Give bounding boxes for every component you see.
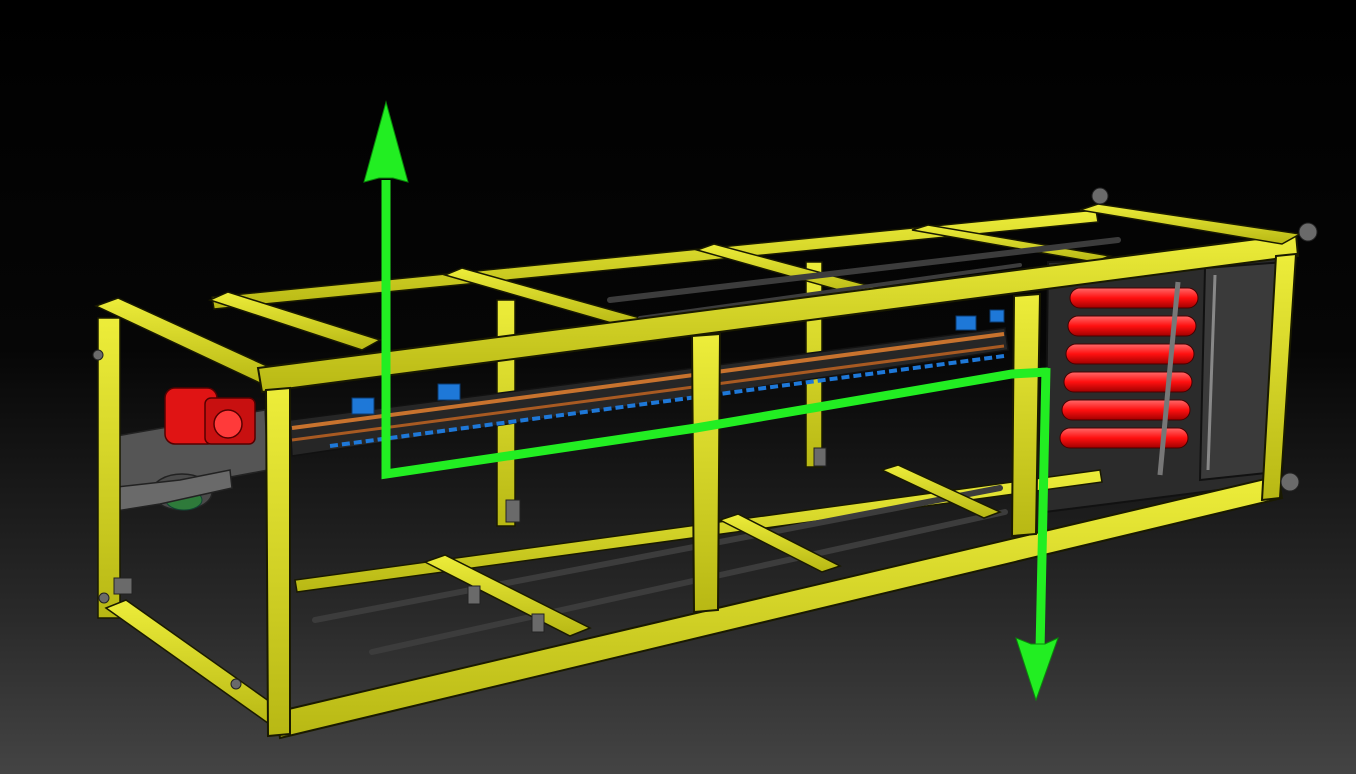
bracket: [531, 613, 545, 633]
bracket: [113, 577, 133, 595]
gear-motor: [104, 387, 269, 513]
front-post: [264, 386, 291, 738]
mounting-foot: [1298, 222, 1318, 242]
bracket: [467, 585, 481, 605]
roller: [1061, 399, 1191, 421]
gearbox-flange: [213, 409, 243, 439]
mounting-foot: [98, 592, 110, 604]
carriage-block: [437, 383, 461, 401]
viewport-canvas[interactable]: [0, 0, 1356, 774]
bracket: [813, 447, 827, 467]
roller: [1059, 427, 1189, 449]
front-post: [1010, 292, 1042, 538]
rail-orange-strip: [291, 332, 1005, 430]
mounting-foot: [1091, 187, 1109, 205]
roller: [1063, 371, 1193, 393]
roller: [1065, 343, 1195, 365]
carriage-block: [351, 397, 375, 415]
bracket: [505, 499, 521, 523]
carriage-block: [955, 315, 977, 331]
carriage-block: [989, 309, 1005, 323]
cad-3d-viewport[interactable]: [0, 0, 1356, 774]
arrow-up-icon[interactable]: [363, 100, 409, 183]
path-line-down: [1035, 367, 1051, 651]
mounting-foot: [92, 349, 104, 361]
mounting-foot: [230, 678, 242, 690]
left-end-bottom-beam: [104, 599, 292, 727]
bottom-rod: [312, 485, 1003, 623]
mounting-foot: [1280, 472, 1300, 492]
arrow-down-icon[interactable]: [1015, 637, 1059, 702]
front-post: [690, 332, 722, 614]
left-end-post: [97, 317, 121, 619]
